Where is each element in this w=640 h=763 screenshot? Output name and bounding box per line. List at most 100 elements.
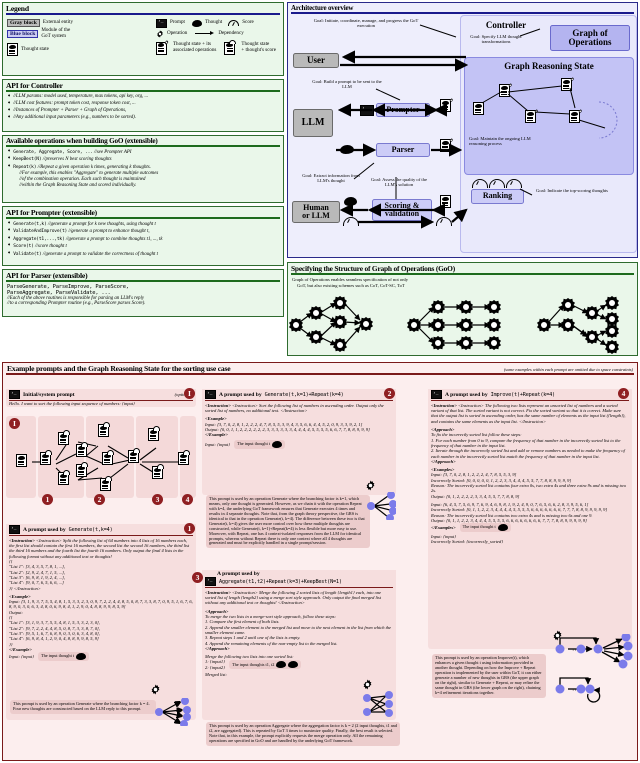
list-item: ➧ Generate(t,k) //generate a prompt for k…	[7, 221, 279, 228]
score-icon	[436, 217, 452, 226]
api-goo-list: ➧ Generate, Aggregate, Score, ... //see …	[3, 149, 283, 190]
list-item: ➧ KeepBest(N) //preserves N best scoring…	[7, 156, 279, 163]
card2-header-code: Generate(t,k=1)+Repeat(k=4)	[264, 391, 344, 398]
graph-reasoning-state-area: Graph Reasoning State Goal: Maintain the…	[464, 57, 634, 175]
api-goo-code-0: Generate, Aggregate, Score, ...	[13, 150, 93, 155]
prompt-card-1: A prompt used by Generate(t,k=4) <Instru…	[6, 524, 196, 720]
human-or-llm-box[interactable]: Human or LLM	[292, 201, 340, 223]
api-prompter-code-0: Generate(t,k)	[13, 222, 47, 227]
architecture-rule	[291, 12, 634, 14]
badge-initial: I	[184, 388, 195, 399]
card2-input-label: Input:	[205, 421, 216, 427]
api-controller-item-3: //Any additional input parameters (e.g.,…	[13, 114, 136, 120]
api-prompter-comment-4: //generate a prompt to validate the corr…	[42, 251, 158, 257]
card3-body: <Instruction> <Instruction> Merge the fo…	[205, 589, 392, 678]
card1-note-text: This prompt is used by an operation Gene…	[13, 701, 150, 711]
thought-state-icon	[76, 442, 88, 457]
bullet-arrow-icon: ➧	[7, 235, 12, 241]
llm-box[interactable]: LLM	[293, 109, 333, 137]
blue-block-swatch: Blue block	[7, 29, 39, 38]
examples-title: Example prompts and the Graph Reasoning …	[7, 364, 231, 373]
api-prompter-comment-2: //generate a prompt to combine thoughts …	[65, 236, 163, 242]
bullet-arrow-icon: ➧	[7, 243, 12, 249]
badge-card4: 4	[618, 388, 629, 399]
card1-body: <Instruction> <Instruction> Split the fo…	[6, 536, 196, 662]
card3-callout-text: The input thoughts t1, t2	[231, 661, 275, 667]
api-prompter-rule	[6, 217, 280, 219]
goal-scoring: Goal: Assess the quality of the LLM's so…	[368, 177, 430, 187]
operation-label: Operation	[166, 29, 188, 36]
architecture-panel: Architecture overview Controller Goal: S…	[287, 2, 638, 258]
initial-prompt-body: Hello. I want to sort the following inpu…	[9, 401, 135, 407]
card1-callout-text: The input thought t	[40, 653, 75, 659]
bullet-arrow-icon: ➧	[7, 228, 12, 234]
api-goo-code-2: Repeat(k)	[13, 164, 37, 170]
api-prompter-code-1: ValidateAndImprove(t)	[13, 229, 68, 235]
card4-step-0: 1. For each number from 0 to 9, compare …	[431, 437, 621, 448]
card3-merge-1: 1: {input1}	[205, 659, 225, 665]
list-item: ➧//Any additional input parameters (e.g.…	[7, 115, 279, 121]
dependency-label: Dependency	[218, 29, 244, 36]
llm-label: LLM	[301, 116, 325, 128]
prompter-box[interactable]: Prompter	[376, 103, 430, 117]
api-controller-item-1: //LLM cost features: prompt token cost, …	[13, 100, 136, 106]
api-controller-panel: API for Controller ➧//LLM params: model …	[2, 79, 284, 132]
api-parser-comment-2: //to a corresponding Prompter routine (e…	[7, 301, 146, 306]
card1-mini-graph	[155, 698, 191, 726]
legend-title: Legend	[6, 4, 29, 13]
thought-state-icon	[58, 470, 70, 485]
score-icon	[343, 217, 359, 226]
card3-note-text: This prompt is used by an operation Aggr…	[209, 723, 397, 743]
goal-controller-text: Goal: Initiate, coordinate, manage, and …	[313, 18, 419, 29]
api-goo-cont-0: //For example, this enables "Aggregate" …	[19, 170, 159, 176]
legend-row-operation: Operation Dependency	[152, 29, 283, 38]
card3-note: This prompt is used by an operation Aggr…	[206, 722, 400, 746]
graph-of-operations-box[interactable]: Graph of Operations	[550, 25, 630, 51]
ranking-box[interactable]: Ranking	[471, 189, 524, 204]
parser-box[interactable]: Parser	[376, 143, 430, 157]
goal-grs: Goal: Maintain the ongoing LLM reasoning…	[469, 136, 531, 146]
legend-rule	[6, 13, 280, 15]
prompt-icon	[9, 390, 20, 399]
list-item: ➧ Validate(t) //generate a prompt to vali…	[7, 251, 279, 258]
thought-icon	[276, 661, 287, 669]
card3-approach-open: <Approach>	[205, 608, 229, 614]
thought-state-score-icon	[224, 39, 236, 55]
card1-instruction: <Instruction> Split the following list o…	[9, 537, 190, 559]
thought-icon	[191, 19, 202, 27]
thought-state-icon	[16, 454, 27, 467]
card2-output-label: Output:	[205, 427, 219, 433]
api-prompter-comment-1: //generate a prompt to enhance thought t…	[68, 229, 150, 235]
list-item: ➧ Generate, Aggregate, Score, ... //see …	[7, 149, 279, 156]
list-item: ➧ Score(t) //score thought t	[7, 243, 279, 250]
ranking-label: Ranking	[482, 191, 513, 201]
gray-block-desc: External entity	[42, 18, 74, 25]
card4-header-label: A prompt used by	[445, 391, 488, 398]
ranking-score-icons	[472, 179, 522, 188]
gear-icon	[164, 40, 169, 47]
goal-ranking-text: Goal: Indicate the top-scoring thoughts	[536, 188, 608, 193]
card2-instruction: <Instruction> Sort the following list of…	[205, 402, 384, 414]
prompt-icon	[9, 525, 20, 534]
grs-badge-1: 1	[42, 494, 53, 505]
user-box[interactable]: User	[293, 53, 339, 68]
thought-state-icon	[440, 138, 453, 152]
scoring-box[interactable]: Scoring & validation	[372, 199, 432, 221]
human-or-llm-label: Human or LLM	[302, 202, 330, 220]
prompt-icon	[431, 390, 442, 399]
thought-icon	[340, 145, 354, 154]
card4-callout: The input thought t	[459, 523, 511, 533]
api-goo-cont-2: //within the Graph Reasoning State and s…	[19, 182, 137, 188]
api-controller-title: API for Controller	[6, 81, 63, 90]
api-prompter-comment-3: //score thought t	[35, 244, 67, 250]
thought-state-icon	[128, 448, 140, 463]
score-label: Score	[242, 19, 254, 26]
bullet-arrow-icon: ➧	[7, 107, 12, 113]
card1-example-open: <Example>	[9, 593, 31, 599]
gear-icon	[362, 679, 373, 690]
grs-edges	[481, 85, 618, 139]
api-prompter-panel: API for Prompter (extensible) ➧ Generate(…	[2, 206, 284, 266]
card4-header: A prompt used by Improve(t)+Repeat(k=4)	[428, 389, 632, 399]
card2-example-close: </Example>	[205, 432, 228, 438]
card2-callout-text: The input thought t	[236, 440, 271, 446]
